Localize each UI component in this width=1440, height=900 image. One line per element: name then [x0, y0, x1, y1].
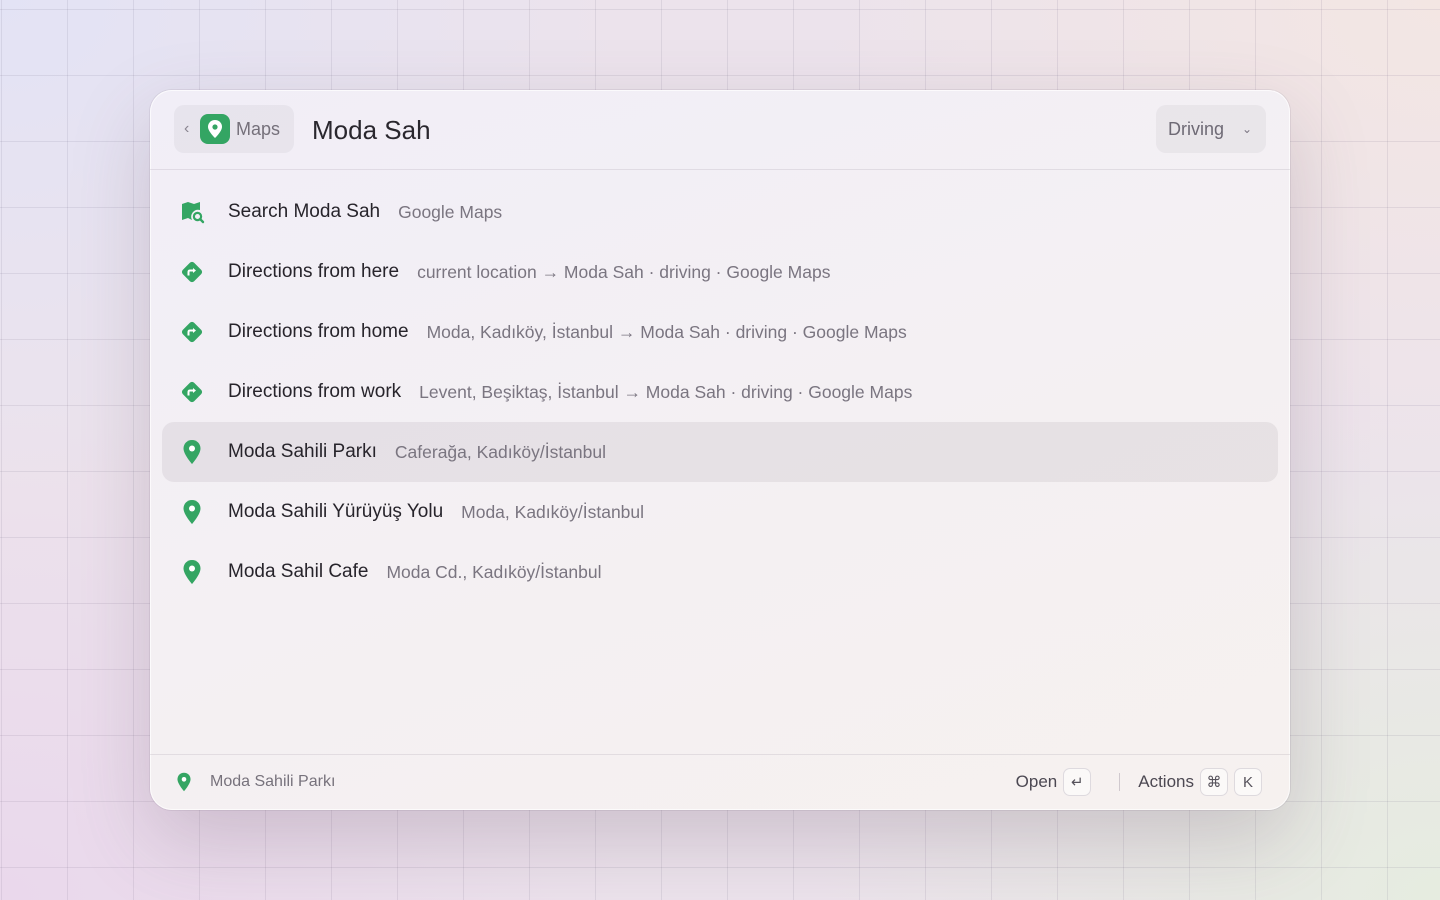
directions-icon: [178, 378, 206, 406]
location-pin-icon: [178, 438, 206, 466]
result-title: Moda Sahil Cafe: [228, 561, 369, 582]
result-item-search[interactable]: Search Moda Sah Google Maps: [162, 182, 1278, 242]
location-pin-icon: [176, 772, 192, 797]
result-item-place[interactable]: Moda Sahil Cafe Moda Cd., Kadıköy/İstanb…: [162, 542, 1278, 602]
result-subtitle: Caferağa, Kadıköy/İstanbul: [394, 441, 607, 462]
result-subtitle: Moda, Kadıköy, İstanbul → Moda Sah · dri…: [426, 321, 907, 342]
travel-mode-dropdown[interactable]: Driving ⌄: [1156, 105, 1266, 153]
launcher-window: ‹ Maps Driving ⌄ Sea: [150, 90, 1290, 810]
result-title: Directions from home: [228, 321, 409, 342]
result-title: Moda Sahili Yürüyüş Yolu: [228, 501, 444, 522]
back-button[interactable]: ‹ Maps: [174, 105, 294, 153]
actions-button[interactable]: Actions: [1138, 772, 1194, 792]
search-input[interactable]: [312, 110, 1012, 150]
enter-key-hint: ↵: [1063, 768, 1092, 796]
footer-actions: Open ↵ Actions ⌘ K: [1016, 768, 1262, 796]
search-header: ‹ Maps Driving ⌄: [150, 90, 1290, 170]
result-title: Directions from work: [228, 381, 402, 402]
result-item-place[interactable]: Moda Sahili Yürüyüş Yolu Moda, Kadıköy/İ…: [162, 482, 1278, 542]
map-search-icon: [178, 198, 206, 226]
result-title: Moda Sahili Parkı: [228, 441, 377, 462]
result-subtitle: Moda Cd., Kadıköy/İstanbul: [386, 561, 602, 582]
directions-icon: [178, 318, 206, 346]
maps-app-icon: [200, 114, 230, 144]
divider: [1119, 773, 1121, 791]
location-pin-icon: [178, 498, 206, 526]
open-action-button[interactable]: Open: [1016, 772, 1058, 792]
result-subtitle: Levent, Beşiktaş, İstanbul → Moda Sah · …: [419, 381, 913, 402]
back-label: Maps: [236, 118, 281, 139]
results-list: Search Moda Sah Google Maps Directions f…: [162, 182, 1278, 602]
chevron-left-icon: ‹: [184, 120, 190, 137]
selected-item-label: Moda Sahili Parkı: [210, 773, 336, 790]
result-subtitle: Moda, Kadıköy/İstanbul: [461, 501, 645, 522]
chevron-down-icon: ⌄: [1241, 122, 1252, 136]
result-item-directions-work[interactable]: Directions from work Levent, Beşiktaş, İ…: [162, 362, 1278, 422]
location-pin-icon: [178, 558, 206, 586]
result-subtitle: current location → Moda Sah · driving · …: [417, 261, 831, 282]
result-item-place-selected[interactable]: Moda Sahili Parkı Caferağa, Kadıköy/İsta…: [162, 422, 1278, 482]
result-title: Search Moda Sah: [228, 201, 381, 222]
action-bar: Moda Sahili Parkı Open ↵ Actions ⌘ K: [150, 754, 1290, 810]
result-item-directions-home[interactable]: Directions from home Moda, Kadıköy, İsta…: [162, 302, 1278, 362]
result-subtitle: Google Maps: [398, 201, 503, 222]
result-item-directions-here[interactable]: Directions from here current location → …: [162, 242, 1278, 302]
travel-mode-label: Driving: [1168, 118, 1225, 139]
command-key-hint: ⌘: [1200, 768, 1228, 796]
k-key-hint: K: [1234, 768, 1262, 796]
result-title: Directions from here: [228, 261, 400, 282]
directions-icon: [178, 258, 206, 286]
